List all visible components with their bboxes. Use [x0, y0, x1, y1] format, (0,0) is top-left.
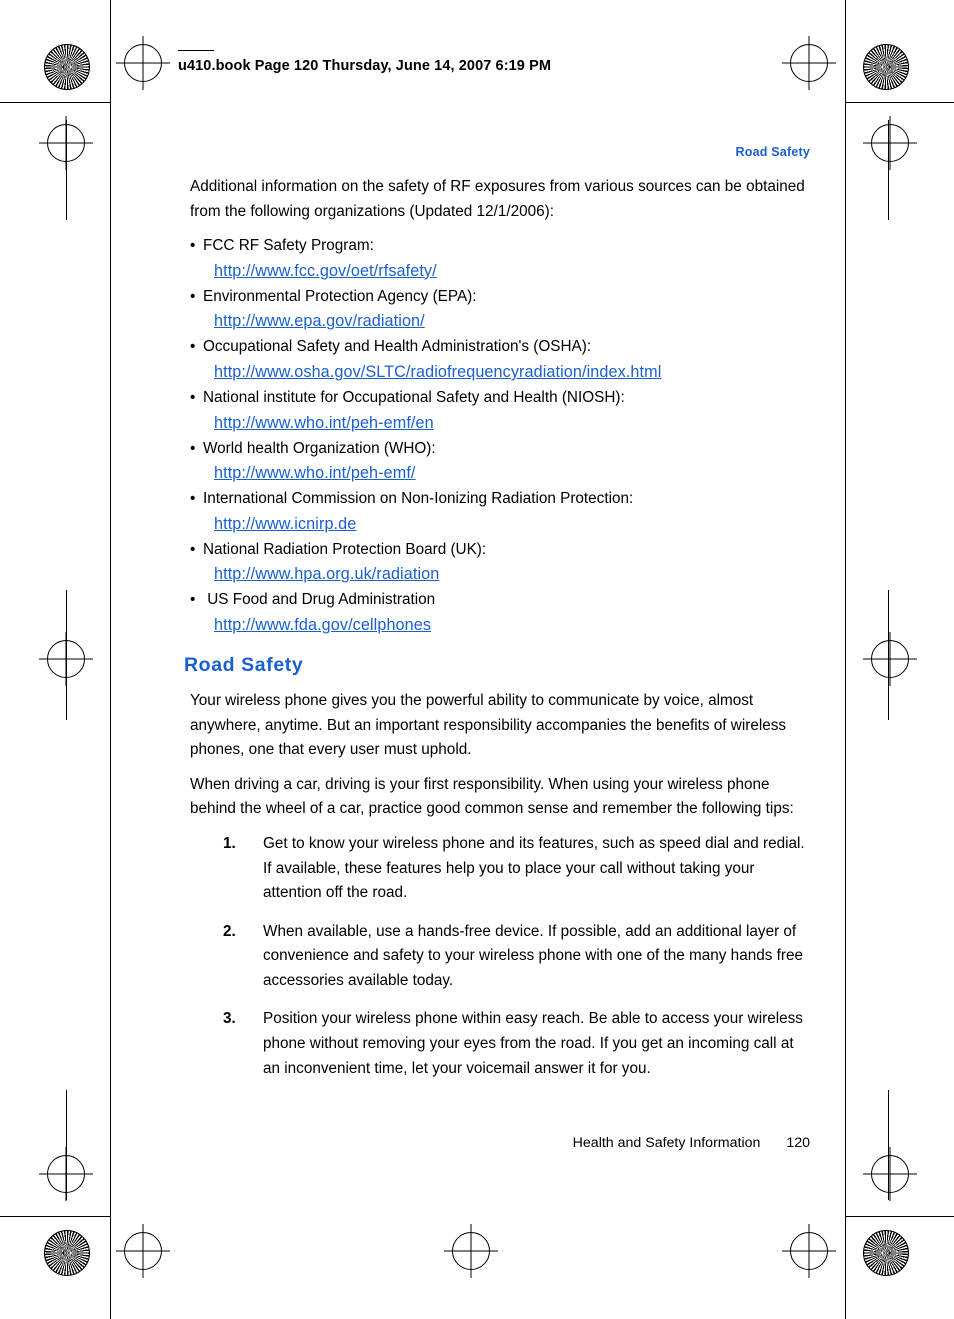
crop-line-vertical-left [110, 0, 111, 1319]
header-rule [178, 50, 214, 51]
organization-label-row: • Environmental Protection Agency (EPA): [190, 285, 810, 310]
organization-label: National Radiation Protection Board (UK)… [203, 540, 487, 558]
list-item: • International Commission on Non-Ionizin… [190, 487, 810, 537]
registration-mark-left-lower [47, 1155, 85, 1193]
organization-link[interactable]: http://www.osha.gov/SLTC/radiofrequencyr… [214, 360, 810, 385]
page-content: Road Safety Additional information on th… [184, 145, 810, 1095]
registration-mark-left-middle [47, 640, 85, 678]
bullet-icon: • [190, 287, 196, 305]
bullet-icon: • [190, 490, 196, 508]
organization-link[interactable]: http://www.hpa.org.uk/radiation [214, 562, 810, 587]
tip-number: 3. [223, 1010, 236, 1028]
footer-page-number: 120 [786, 1135, 810, 1151]
tip-text: Get to know your wireless phone and its … [263, 834, 805, 902]
registration-mark-right-lower [871, 1155, 909, 1193]
registration-mark-bottom-right [790, 1232, 828, 1270]
organization-link[interactable]: http://www.fda.gov/cellphones [214, 613, 810, 638]
list-item: 1. Get to know your wireless phone and i… [190, 832, 810, 906]
organization-label-row: • National institute for Occupational Saf… [190, 386, 810, 411]
starburst-mark-top-right [863, 44, 909, 90]
registration-mark-bottom-left [124, 1232, 162, 1270]
intro-paragraph: Additional information on the safety of … [190, 178, 805, 220]
footer-label: Health and Safety Information [572, 1135, 761, 1151]
list-item: • National institute for Occupational Saf… [190, 386, 810, 436]
registration-mark-top-left [124, 44, 162, 82]
tip-text: When available, use a hands-free device.… [263, 922, 803, 989]
page-footer: Health and Safety Information 120 [190, 1135, 810, 1151]
organization-link[interactable]: http://www.who.int/peh-emf/en [214, 411, 810, 436]
list-item: • National Radiation Protection Board (UK… [190, 538, 810, 588]
organization-label-row: • National Radiation Protection Board (UK… [190, 538, 810, 563]
organization-label: Environmental Protection Agency (EPA): [203, 287, 477, 305]
registration-mark-right-upper [871, 124, 909, 162]
list-item: • Occupational Safety and Health Administ… [190, 335, 810, 385]
bullet-icon: • [190, 540, 196, 558]
organization-label-row: • FCC RF Safety Program: [190, 234, 810, 259]
bullet-icon: • [190, 338, 196, 356]
starburst-mark-bottom-right [863, 1230, 909, 1276]
organization-label: FCC RF Safety Program: [203, 237, 374, 255]
starburst-mark-top-left [44, 44, 90, 90]
organization-label-row: • Occupational Safety and Health Administ… [190, 335, 810, 360]
bullet-icon: • [190, 388, 196, 406]
crop-line-top-right [845, 102, 954, 103]
registration-mark-top-right [790, 44, 828, 82]
crop-line-bottom-right [845, 1216, 954, 1217]
section-paragraph-1: Your wireless phone gives you the powerf… [190, 691, 787, 759]
list-item: • Environmental Protection Agency (EPA): … [190, 285, 810, 335]
section-heading-road-safety: Road Safety [184, 653, 304, 676]
organization-label: World health Organization (WHO): [203, 439, 436, 457]
tip-number: 1. [223, 834, 236, 852]
bullet-icon: • [190, 237, 196, 255]
tip-text: Position your wireless phone within easy… [263, 1010, 803, 1077]
section-paragraph-2: When driving a car, driving is your firs… [190, 775, 794, 818]
list-item: 3. Position your wireless phone within e… [190, 1007, 810, 1081]
bullet-icon: • [190, 591, 196, 609]
list-item: 2. When available, use a hands-free devi… [190, 920, 810, 994]
starburst-mark-bottom-left [44, 1230, 90, 1276]
running-head: Road Safety [735, 145, 810, 159]
book-file-header: u410.book Page 120 Thursday, June 14, 20… [178, 58, 552, 74]
list-item: • FCC RF Safety Program: http://www.fcc.g… [190, 234, 810, 284]
bullet-icon: • [190, 439, 196, 457]
organization-link[interactable]: http://www.fcc.gov/oet/rfsafety/ [214, 259, 810, 284]
tip-number: 2. [223, 922, 236, 940]
organization-link[interactable]: http://www.epa.gov/radiation/ [214, 309, 810, 334]
registration-mark-left-upper [47, 124, 85, 162]
list-item: • US Food and Drug Administration http:/… [190, 588, 810, 638]
organization-link[interactable]: http://www.icnirp.de [214, 512, 810, 537]
crop-line-top-left [0, 102, 110, 103]
organization-label-row: • International Commission on Non-Ionizin… [190, 487, 810, 512]
organization-label: National institute for Occupational Safe… [203, 388, 625, 406]
organization-label: Occupational Safety and Health Administr… [203, 338, 592, 356]
organization-label: US Food and Drug Administration [203, 591, 436, 609]
registration-mark-bottom-center [452, 1232, 490, 1270]
crop-line-vertical-right [845, 0, 846, 1319]
organization-label-row: • US Food and Drug Administration [190, 588, 810, 613]
organization-link[interactable]: http://www.who.int/peh-emf/ [214, 461, 810, 486]
list-item: • World health Organization (WHO): http:/… [190, 437, 810, 487]
organization-list: • FCC RF Safety Program: http://www.fcc.g… [190, 234, 810, 638]
crop-line-bottom-left [0, 1216, 110, 1217]
registration-mark-right-middle [871, 640, 909, 678]
road-safety-tips-list: 1. Get to know your wireless phone and i… [190, 832, 810, 1081]
organization-label-row: • World health Organization (WHO): [190, 437, 810, 462]
organization-label: International Commission on Non-Ionizing… [203, 490, 634, 508]
